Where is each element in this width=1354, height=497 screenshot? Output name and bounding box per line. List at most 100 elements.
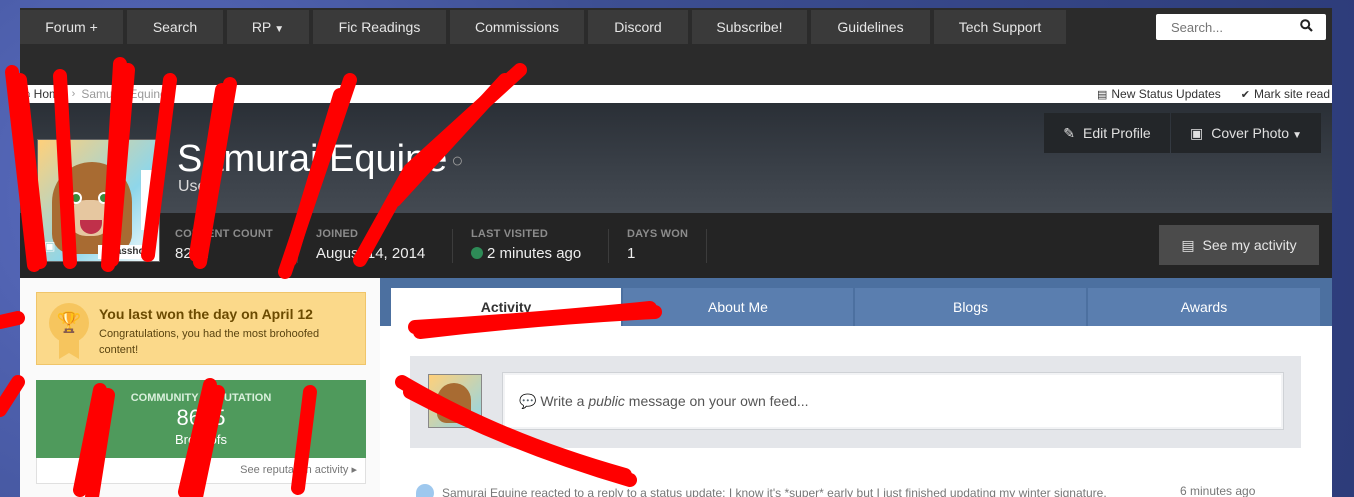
- mark-site-read-link[interactable]: ✔ Mark site read: [1241, 87, 1330, 101]
- stat-last-visited: LAST VISITED 2 minutes ago: [471, 228, 581, 262]
- nav-subscribe-label: Subscribe!: [716, 19, 783, 35]
- scribble-stroke: [0, 375, 25, 417]
- reputation-unit: Brohoofs: [174, 432, 228, 447]
- reputation-label: COMMUNITY REPUTATION: [130, 392, 272, 404]
- check-icon: ✔: [1240, 89, 1250, 101]
- new-status-updates-link[interactable]: ▤ New Status Updates: [1097, 87, 1221, 101]
- nav-fic-readings[interactable]: Fic Readings: [313, 10, 446, 44]
- stat-value: 1: [627, 245, 636, 262]
- caret-down-icon: ▼: [1292, 130, 1302, 141]
- nav-discord-label: Discord: [614, 19, 662, 35]
- breadcrumb-current: Samurai Equine: [81, 87, 167, 101]
- stat-label: CONTENT COUNT: [175, 228, 273, 240]
- reputation-activity-link[interactable]: See reputation activity ▸: [36, 458, 366, 484]
- image-icon[interactable]: ▣: [44, 239, 55, 253]
- nav-forum-label: Forum +: [45, 19, 98, 35]
- profile-main: Activity About Me Blogs Awards 💬 Write a…: [380, 278, 1332, 497]
- search-icon[interactable]: [1291, 19, 1321, 35]
- cover-photo-button[interactable]: ▣ Cover Photo ▼: [1171, 113, 1321, 153]
- avatar[interactable]: Wasshoi ▣: [37, 139, 160, 262]
- nav-subscribe[interactable]: Subscribe!: [692, 10, 807, 44]
- stat-value: August 14, 2014: [316, 245, 426, 262]
- nav-tech-support[interactable]: Tech Support: [934, 10, 1066, 44]
- nav-guidelines[interactable]: Guidelines: [811, 10, 930, 44]
- nav-guidelines-label: Guidelines: [837, 19, 904, 35]
- composer-emphasis: public: [588, 393, 625, 409]
- image-icon: ▣: [1190, 125, 1204, 141]
- nav-search-label: Search: [152, 19, 198, 35]
- scribble-stroke: [0, 311, 25, 329]
- profile-name: Samurai Equine ○: [177, 137, 463, 183]
- pencil-icon: ✎: [1063, 125, 1076, 141]
- avatar-kana-strip: [141, 170, 155, 230]
- stat-divider: [452, 229, 453, 263]
- tab-awards[interactable]: Awards: [1088, 288, 1320, 326]
- tab-about-me-label: About Me: [708, 299, 768, 315]
- mark-site-read-label: Mark site read: [1253, 87, 1330, 101]
- chevron-right-icon: ›: [71, 88, 76, 100]
- reputation-activity-label: See reputation activity: [240, 464, 349, 476]
- nav-search[interactable]: Search: [127, 10, 223, 44]
- stat-joined: JOINED August 14, 2014: [316, 228, 425, 262]
- stat-label: DAYS WON: [627, 228, 689, 240]
- avatar-eye: [70, 192, 82, 204]
- breadcrumb-home[interactable]: Home: [34, 87, 66, 101]
- profile-tabs: Activity About Me Blogs Awards: [380, 278, 1332, 326]
- nav-commissions[interactable]: Commissions: [450, 10, 584, 44]
- activity-feed-item: Samurai Equine reacted to a reply to a s…: [416, 484, 1296, 497]
- caret-down-icon: ▼: [274, 24, 285, 35]
- tab-activity-label: Activity: [480, 299, 532, 315]
- edit-profile-label: Edit Profile: [1083, 125, 1151, 141]
- search-input[interactable]: [1156, 19, 1291, 35]
- breadcrumb-bar: ⌂ Home › Samurai Equine ▤ New Status Upda…: [20, 85, 1332, 103]
- tab-about-me[interactable]: About Me: [623, 288, 853, 326]
- main-nav: Forum + Search RP ▼ Fic Readings Commissi…: [20, 10, 1070, 44]
- reputation-widget: COMMUNITY REPUTATION 8625 Brohoofs: [36, 380, 366, 458]
- profile-group: Users: [178, 178, 220, 195]
- nav-fic-readings-label: Fic Readings: [338, 19, 421, 35]
- breadcrumb: ⌂ Home › Samurai Equine: [24, 87, 167, 101]
- comment-icon: 💬: [519, 393, 537, 409]
- see-my-activity-button[interactable]: ▤ See my activity: [1159, 225, 1319, 265]
- feed-item-time: 6 minutes ago: [1180, 484, 1256, 497]
- activity-icon: ▤: [1181, 237, 1195, 253]
- offline-status-icon: ○: [451, 149, 464, 172]
- new-status-updates-label: New Status Updates: [1111, 87, 1221, 101]
- tab-blogs[interactable]: Blogs: [855, 288, 1086, 326]
- nav-rp[interactable]: RP ▼: [227, 10, 309, 44]
- trophy-icon: 🏆: [49, 303, 89, 343]
- last-visited-text: 2 minutes ago: [487, 245, 582, 262]
- composer-prefix: Write a: [540, 393, 589, 409]
- won-day-text: Congratulations, you had the most brohoo…: [99, 328, 320, 356]
- stat-label: JOINED: [316, 228, 359, 240]
- edit-profile-button[interactable]: ✎ Edit Profile: [1044, 113, 1170, 153]
- stat-divider: [706, 229, 707, 263]
- tab-activity[interactable]: Activity: [391, 288, 621, 326]
- profile-stats-bar: CONTENT COUNT 8271 JOINED August 14, 201…: [20, 213, 1332, 278]
- nav-discord[interactable]: Discord: [588, 10, 688, 44]
- search-box: [1156, 14, 1326, 40]
- feed-item-text[interactable]: Samurai Equine reacted to a reply to a s…: [442, 486, 1107, 497]
- status-composer: 💬 Write a public message on your own fee…: [410, 356, 1301, 448]
- stat-content-count: CONTENT COUNT 8271: [175, 228, 273, 262]
- nav-forum[interactable]: Forum +: [20, 10, 123, 44]
- nav-rp-label: RP: [251, 19, 272, 35]
- profile-name-text: Samurai Equine: [177, 138, 448, 180]
- stat-divider: [297, 229, 298, 263]
- stat-divider: [608, 229, 609, 263]
- status-message-input[interactable]: 💬 Write a public message on your own fee…: [502, 372, 1284, 430]
- avatar-tag: Wasshoi: [98, 245, 156, 259]
- avatar-eye: [98, 192, 110, 204]
- composer-avatar: [428, 374, 482, 428]
- composer-suffix: message on your own feed...: [624, 393, 809, 409]
- won-day-title: You last won the day on April 12: [99, 306, 313, 322]
- online-status-icon: [471, 247, 483, 259]
- won-day-widget: 🏆 You last won the day on April 12 Congr…: [36, 292, 366, 365]
- nav-tech-support-label: Tech Support: [958, 19, 1042, 35]
- newspaper-icon: ▤: [1096, 89, 1108, 101]
- nav-commissions-label: Commissions: [474, 19, 559, 35]
- caret-right-icon: ▸: [351, 464, 357, 476]
- stat-days-won: DAYS WON 1: [627, 228, 688, 262]
- reputation-value: 8625: [176, 405, 226, 430]
- reaction-icon: [416, 484, 434, 497]
